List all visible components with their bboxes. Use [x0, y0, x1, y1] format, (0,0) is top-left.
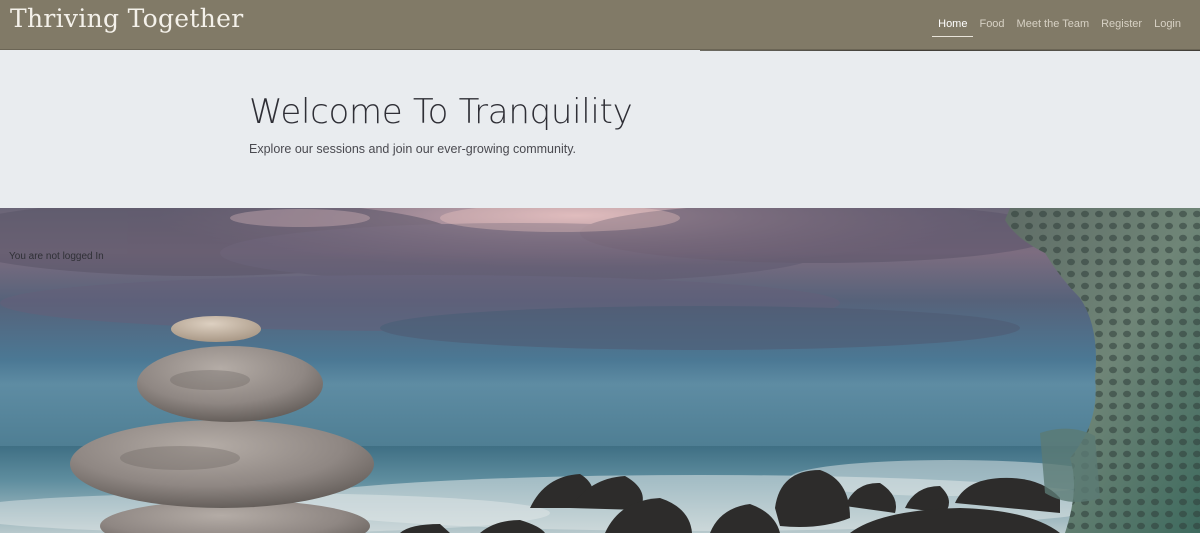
- login-status-text: You are not logged In: [9, 251, 104, 262]
- hero-subtitle: Explore our sessions and join our ever-g…: [249, 142, 577, 156]
- hero-title: Welcome To Tranquility: [249, 92, 633, 132]
- hero-jumbotron: Welcome To Tranquility Explore our sessi…: [0, 50, 1200, 208]
- nav-home-link[interactable]: Home: [932, 0, 974, 48]
- nav-meet-the-team-link[interactable]: Meet the Team: [1011, 0, 1096, 48]
- background-beach-image: [0, 208, 1200, 533]
- nav-menu: Home Food Meet the Team Register Login: [932, 0, 1187, 48]
- top-navbar: Thriving Together Home Food Meet the Tea…: [0, 0, 1200, 50]
- nav-login-link[interactable]: Login: [1148, 0, 1187, 48]
- brand-logo-link[interactable]: Thriving Together: [10, 4, 243, 33]
- nav-register-link[interactable]: Register: [1095, 0, 1148, 48]
- nav-food-link[interactable]: Food: [973, 0, 1010, 48]
